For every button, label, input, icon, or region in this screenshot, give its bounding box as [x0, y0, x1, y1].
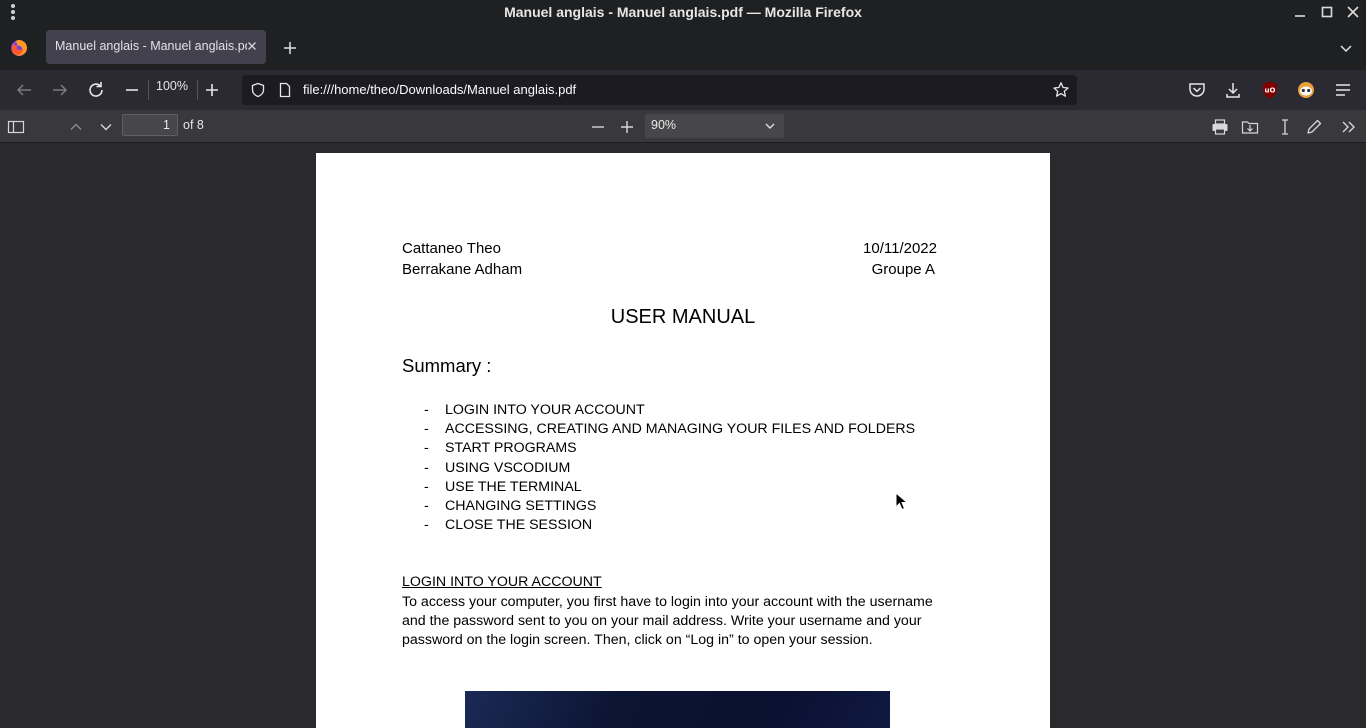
minimize-icon[interactable] — [1290, 2, 1310, 22]
tab-active[interactable]: Manuel anglais - Manuel anglais.pdf — [46, 30, 266, 64]
title-bar: Manuel anglais - Manuel anglais.pdf — Mo… — [0, 0, 1366, 24]
forward-button[interactable] — [48, 78, 72, 102]
previous-page-icon[interactable] — [67, 118, 85, 136]
scale-value: 90% — [651, 118, 677, 132]
tab-bar: Manuel anglais - Manuel anglais.pdf — [0, 24, 1366, 70]
chevron-down-icon — [765, 123, 775, 129]
tracking-protection-shield-icon[interactable] — [250, 82, 266, 98]
author-name-1: Cattaneo Theo — [402, 240, 501, 257]
zoom-separator — [197, 80, 198, 100]
zoom-reset-button[interactable]: 100% — [150, 79, 194, 93]
pdf-zoom-out-icon[interactable] — [589, 118, 607, 136]
page-number-input[interactable]: 1 — [122, 114, 178, 136]
paragraph-line: To access your computer, you first have … — [402, 594, 933, 610]
group-label: Groupe A — [871, 261, 935, 278]
downloads-icon[interactable] — [1223, 80, 1243, 100]
login-screenshot-image — [465, 691, 890, 728]
firefox-logo-icon[interactable] — [10, 39, 28, 57]
pdf-viewer-toolbar: 1 of 8 90% — [0, 110, 1366, 143]
url-text[interactable]: file:///home/theo/Downloads/Manuel angla… — [303, 82, 576, 97]
pdf-viewer-container[interactable]: Cattaneo Theo Berrakane Adham 10/11/2022… — [0, 144, 1366, 728]
mouse-cursor-icon — [895, 492, 909, 511]
pocket-icon[interactable] — [1187, 80, 1207, 100]
print-icon[interactable] — [1211, 118, 1229, 136]
list-all-tabs-icon[interactable] — [1338, 40, 1354, 56]
window-title: Manuel anglais - Manuel anglais.pdf — Mo… — [504, 4, 862, 20]
close-window-icon[interactable] — [1343, 2, 1363, 22]
sidebar-toggle-icon[interactable] — [7, 118, 25, 136]
navigation-toolbar: 100% file:///home/theo/Downloads/Manuel … — [0, 70, 1366, 110]
privacy-badger-icon[interactable] — [1296, 80, 1316, 100]
page-file-icon[interactable] — [277, 82, 293, 98]
summary-heading: Summary : — [402, 355, 492, 376]
paragraph-line: and the password sent to you on your mai… — [402, 613, 922, 630]
tab-label: Manuel anglais - Manuel anglais.pdf — [55, 39, 247, 53]
document-title: USER MANUAL — [610, 306, 756, 328]
page-count-label: of 8 — [183, 118, 204, 132]
app-menu-icon[interactable] — [1333, 80, 1353, 100]
section-paragraph: To access your computer, you first have … — [402, 593, 962, 651]
tab-close-icon[interactable] — [244, 38, 260, 54]
next-page-icon[interactable] — [97, 118, 115, 136]
back-button[interactable] — [12, 78, 36, 102]
save-download-icon[interactable] — [1241, 118, 1259, 136]
new-tab-button[interactable] — [280, 38, 300, 58]
reload-button[interactable] — [84, 78, 108, 102]
ublock-origin-icon[interactable]: uO — [1260, 80, 1280, 100]
draw-pencil-icon[interactable] — [1305, 118, 1323, 136]
document-date: 10/11/2022 — [863, 240, 937, 257]
pdf-zoom-in-icon[interactable] — [618, 118, 636, 136]
text-cursor-icon[interactable] — [1276, 118, 1294, 136]
tools-overflow-icon[interactable] — [1340, 118, 1358, 136]
section-heading: LOGIN INTO YOUR ACCOUNT — [402, 574, 602, 590]
url-bar[interactable]: file:///home/theo/Downloads/Manuel angla… — [242, 75, 1077, 105]
zoom-in-button[interactable] — [200, 78, 224, 102]
zoom-out-button[interactable] — [120, 78, 144, 102]
svg-text:uO: uO — [1265, 87, 1276, 95]
zoom-separator — [148, 80, 149, 100]
author-name-2: Berrakane Adham — [402, 261, 523, 278]
paragraph-line: password on the login screen. Then, clic… — [402, 632, 873, 649]
scale-select[interactable]: 90% — [645, 114, 784, 138]
maximize-icon[interactable] — [1317, 2, 1337, 22]
pdf-page: Cattaneo Theo Berrakane Adham 10/11/2022… — [316, 153, 1050, 728]
bookmark-star-icon[interactable] — [1052, 81, 1070, 99]
